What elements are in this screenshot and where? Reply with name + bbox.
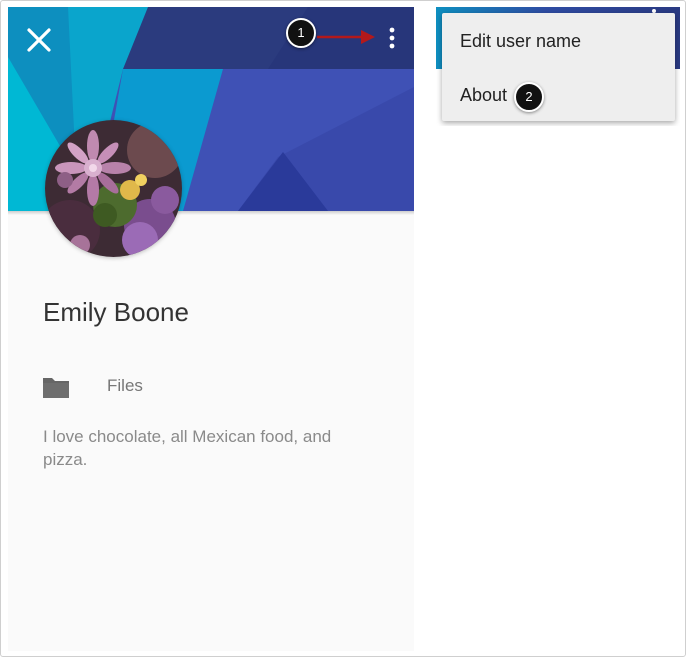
profile-screen: Emily Boone Files I love chocolate, all … (8, 7, 414, 651)
overflow-menu-screen: Edit user name About (436, 7, 680, 126)
overflow-menu: Edit user name About (442, 13, 675, 121)
screenshot-frame: Emily Boone Files I love chocolate, all … (0, 0, 686, 657)
callout-badge-2: 2 (514, 82, 544, 112)
more-vert-icon (389, 27, 395, 49)
user-name: Emily Boone (43, 297, 189, 327)
menu-item-label: About (460, 85, 508, 105)
menu-item-edit-user-name[interactable]: Edit user name (442, 13, 675, 67)
user-bio: I love chocolate, all Mexican food, and … (43, 427, 332, 469)
avatar[interactable] (45, 120, 182, 257)
callout-arrow (317, 30, 375, 44)
callout-badge-1: 1 (286, 18, 316, 48)
menu-item-label: Edit user name (460, 31, 582, 51)
close-icon (27, 28, 51, 52)
folder-icon[interactable] (42, 375, 70, 404)
close-button[interactable] (24, 25, 54, 55)
avatar-flower-photo (45, 120, 182, 257)
more-options-button[interactable] (380, 25, 404, 51)
menu-item-about[interactable]: About (442, 67, 675, 121)
files-link[interactable]: Files (107, 376, 143, 396)
